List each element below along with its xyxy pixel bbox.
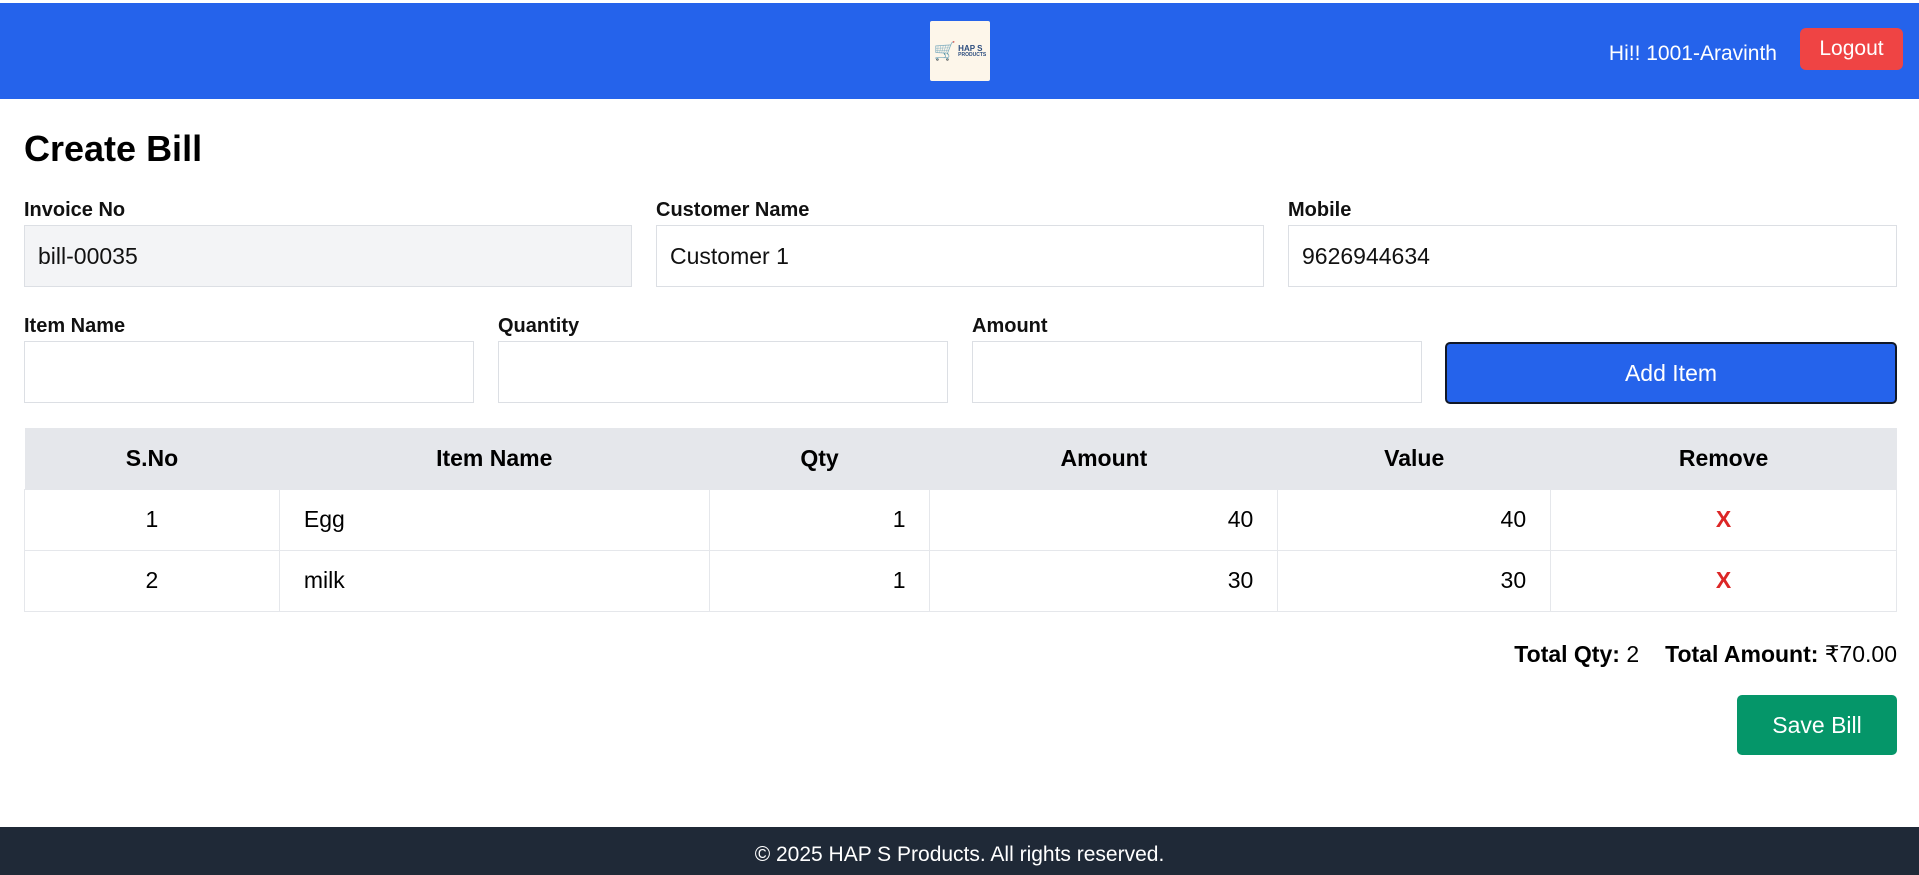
item-name-label: Item Name xyxy=(24,315,126,337)
logo-text-line2: PRODUCTS xyxy=(958,51,987,58)
page-title: Create Bill xyxy=(24,128,203,169)
total-qty-value: 2 xyxy=(1626,641,1640,667)
total-amount-value: ₹70.00 xyxy=(1824,641,1897,667)
bill-totals: Total Qty: 2 Total Amount: ₹70.00 xyxy=(1514,641,1897,668)
cell-remove: X xyxy=(1550,549,1897,612)
remove-item-button[interactable]: X xyxy=(1716,567,1731,593)
cell-sno: 2 xyxy=(24,549,280,612)
invoice-no-field[interactable] xyxy=(24,225,632,287)
brand-logo: 🛒 HAP S PRODUCTS xyxy=(930,21,990,81)
navbar: 🛒 HAP S PRODUCTS Hi!! 1001-Aravinth xyxy=(0,3,1919,99)
table-row: 1 Egg 1 40 40 X xyxy=(24,488,1897,551)
header-item-name: Item Name xyxy=(279,428,710,489)
cell-value: 30 xyxy=(1277,549,1552,612)
user-greeting: Hi!! 1001-Aravinth xyxy=(1608,42,1777,65)
customer-name-field[interactable] xyxy=(656,225,1264,287)
customer-name-label: Customer Name xyxy=(656,199,810,221)
add-item-button[interactable]: Add Item xyxy=(1445,342,1897,404)
remove-item-button[interactable]: X xyxy=(1716,506,1731,532)
mobile-field[interactable] xyxy=(1288,225,1897,287)
table-header-row: S.No Item Name Qty Amount Value Remove xyxy=(24,428,1897,489)
total-qty: Total Qty: 2 xyxy=(1514,641,1639,668)
shopping-cart-icon: 🛒 xyxy=(933,41,957,61)
header-value: Value xyxy=(1277,428,1551,489)
total-qty-label: Total Qty: xyxy=(1514,641,1620,667)
total-amount-label: Total Amount: xyxy=(1665,641,1819,667)
cell-value: 40 xyxy=(1277,488,1552,551)
cell-remove: X xyxy=(1550,488,1897,551)
amount-field[interactable] xyxy=(972,341,1422,403)
cell-amount: 30 xyxy=(929,549,1279,612)
amount-label: Amount xyxy=(972,315,1048,337)
quantity-label: Quantity xyxy=(498,315,580,337)
total-amount: Total Amount: ₹70.00 xyxy=(1665,641,1897,668)
bill-items-table: S.No Item Name Qty Amount Value Remove 1… xyxy=(24,428,1897,612)
mobile-label: Mobile xyxy=(1288,199,1352,221)
logout-button[interactable]: Logout xyxy=(1800,28,1903,70)
item-name-field[interactable] xyxy=(24,341,474,403)
save-bill-button[interactable]: Save Bill xyxy=(1737,695,1897,755)
logo-text: HAP S PRODUCTS xyxy=(958,44,987,58)
invoice-no-label: Invoice No xyxy=(24,199,126,221)
cell-amount: 40 xyxy=(929,488,1279,551)
footer-copyright: © 2025 HAP S Products. All rights reserv… xyxy=(0,827,1919,875)
cell-sno: 1 xyxy=(24,488,280,551)
quantity-field[interactable] xyxy=(498,341,948,403)
cell-qty: 1 xyxy=(708,488,931,551)
header-remove: Remove xyxy=(1550,428,1897,489)
header-sno: S.No xyxy=(24,428,280,489)
table-row: 2 milk 1 30 30 X xyxy=(24,549,1897,612)
header-qty: Qty xyxy=(709,428,930,489)
cell-item-name: milk xyxy=(278,549,710,612)
header-amount: Amount xyxy=(929,428,1278,489)
cell-qty: 1 xyxy=(708,549,931,612)
cell-item-name: Egg xyxy=(278,488,710,551)
